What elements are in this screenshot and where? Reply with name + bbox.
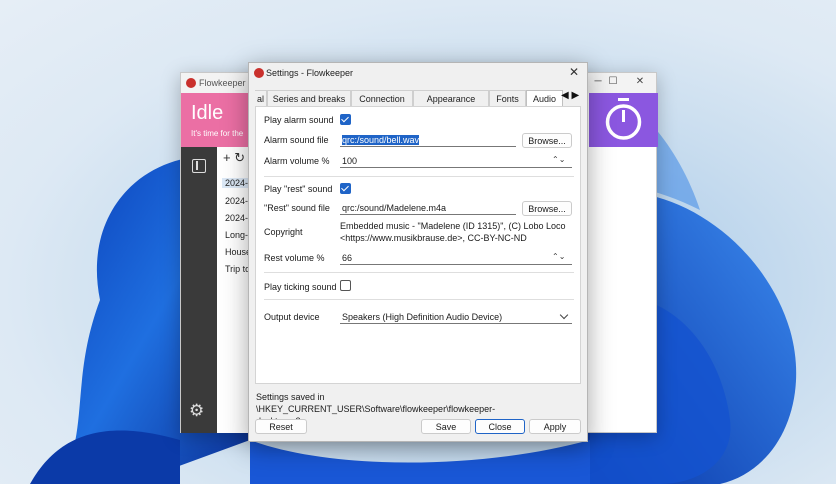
alarm-file-input[interactable]: qrc:/sound/bell.wav	[340, 133, 516, 147]
rest-file-input[interactable]: qrc:/sound/Madelene.m4a	[340, 201, 516, 215]
close-dialog-icon[interactable]: ✕	[567, 65, 581, 79]
timer-header	[589, 93, 658, 147]
flowkeeper-logo-icon	[186, 78, 196, 88]
tab-audio[interactable]: Audio	[526, 90, 563, 107]
tab-connection[interactable]: Connection	[351, 90, 413, 106]
copyright-line-2: <https://www.musikbrause.de>, CC-BY-NC-N…	[340, 233, 527, 243]
alarm-volume-label: Alarm volume %	[264, 156, 330, 166]
rest-volume-label: Rest volume %	[264, 253, 325, 263]
flowkeeper-logo-icon	[254, 68, 264, 78]
rest-volume-value: 66	[342, 253, 353, 263]
settings-gear-icon[interactable]: ⚙	[189, 401, 204, 421]
play-ticking-label: Play ticking sound	[264, 282, 337, 292]
play-alarm-label: Play alarm sound	[264, 115, 334, 125]
tab-series-and-breaks[interactable]: Series and breaks	[267, 90, 351, 106]
settings-dialog: Settings - Flowkeeper ✕ al Series and br…	[248, 62, 588, 442]
toggle-sidebar-icon[interactable]	[192, 159, 206, 173]
divider	[264, 176, 574, 177]
list-item[interactable]: 2024-	[225, 213, 248, 223]
close-button[interactable]: Close	[475, 419, 525, 434]
save-button[interactable]: Save	[421, 419, 471, 434]
reset-button[interactable]: Reset	[255, 419, 307, 434]
maximize-icon[interactable]: ☐	[606, 76, 620, 87]
tab-general[interactable]: al	[255, 90, 267, 106]
status-line-1: Settings saved in \HKEY_CURRENT_USER\Sof…	[256, 392, 496, 414]
list-item[interactable]: 2024-	[222, 178, 251, 188]
dialog-title-bar: Settings - Flowkeeper ✕	[249, 63, 587, 83]
list-item[interactable]: Long-	[225, 230, 248, 240]
alarm-file-value: qrc:/sound/bell.wav	[342, 135, 420, 145]
list-item[interactable]: Trip to	[225, 264, 250, 274]
divider	[264, 272, 574, 273]
audio-settings-panel: Play alarm sound Alarm sound file qrc:/s…	[255, 106, 581, 384]
play-ticking-checkbox[interactable]	[340, 280, 351, 291]
main-window-title: Flowkeeper	[199, 78, 246, 88]
alarm-volume-spinbox[interactable]: 100	[340, 154, 572, 168]
settings-tabs: al Series and breaks Connection Appearan…	[255, 90, 581, 107]
divider	[264, 299, 574, 300]
rest-volume-stepper-icon[interactable]: ⌃⌄	[552, 252, 565, 261]
left-toolbar: ⚙	[181, 147, 217, 433]
add-backlog-icon[interactable]: + ↻	[223, 150, 245, 166]
rest-file-value: qrc:/sound/Madelene.m4a	[342, 203, 447, 213]
backlog-list: + ↻ 2024- 2024- 2024- Long- House Trip t…	[217, 147, 251, 433]
output-device-label: Output device	[264, 312, 320, 322]
dialog-title: Settings - Flowkeeper	[266, 68, 354, 78]
list-item[interactable]: 2024-	[225, 196, 248, 206]
rest-volume-spinbox[interactable]: 66	[340, 251, 572, 265]
alarm-volume-stepper-icon[interactable]: ⌃⌄	[552, 155, 565, 164]
state-header: Idle It's time for the	[181, 93, 251, 147]
rest-browse-button[interactable]: Browse...	[522, 201, 572, 216]
rest-file-label: "Rest" sound file	[264, 203, 330, 213]
tab-appearance[interactable]: Appearance	[413, 90, 489, 106]
play-alarm-checkbox[interactable]	[340, 114, 351, 125]
apply-button[interactable]: Apply	[529, 419, 581, 434]
state-label: Idle	[191, 102, 224, 124]
stopwatch-icon	[605, 98, 642, 140]
alarm-file-label: Alarm sound file	[264, 135, 329, 145]
close-window-icon[interactable]: ✕	[633, 76, 647, 87]
play-rest-label: Play "rest" sound	[264, 184, 333, 194]
tab-fonts[interactable]: Fonts	[489, 90, 526, 106]
minimize-icon[interactable]: ─	[591, 76, 605, 87]
alarm-volume-value: 100	[342, 156, 358, 166]
output-device-value: Speakers (High Definition Audio Device)	[342, 312, 503, 322]
tab-scroll-arrows-icon[interactable]: ◀ ▶	[561, 90, 579, 101]
play-rest-checkbox[interactable]	[340, 183, 351, 194]
output-device-select[interactable]: Speakers (High Definition Audio Device)	[340, 310, 572, 324]
copyright-line-1: Embedded music - "Madelene (ID 1315)", (…	[340, 221, 566, 231]
copyright-label: Copyright	[264, 227, 303, 237]
alarm-browse-button[interactable]: Browse...	[522, 133, 572, 148]
